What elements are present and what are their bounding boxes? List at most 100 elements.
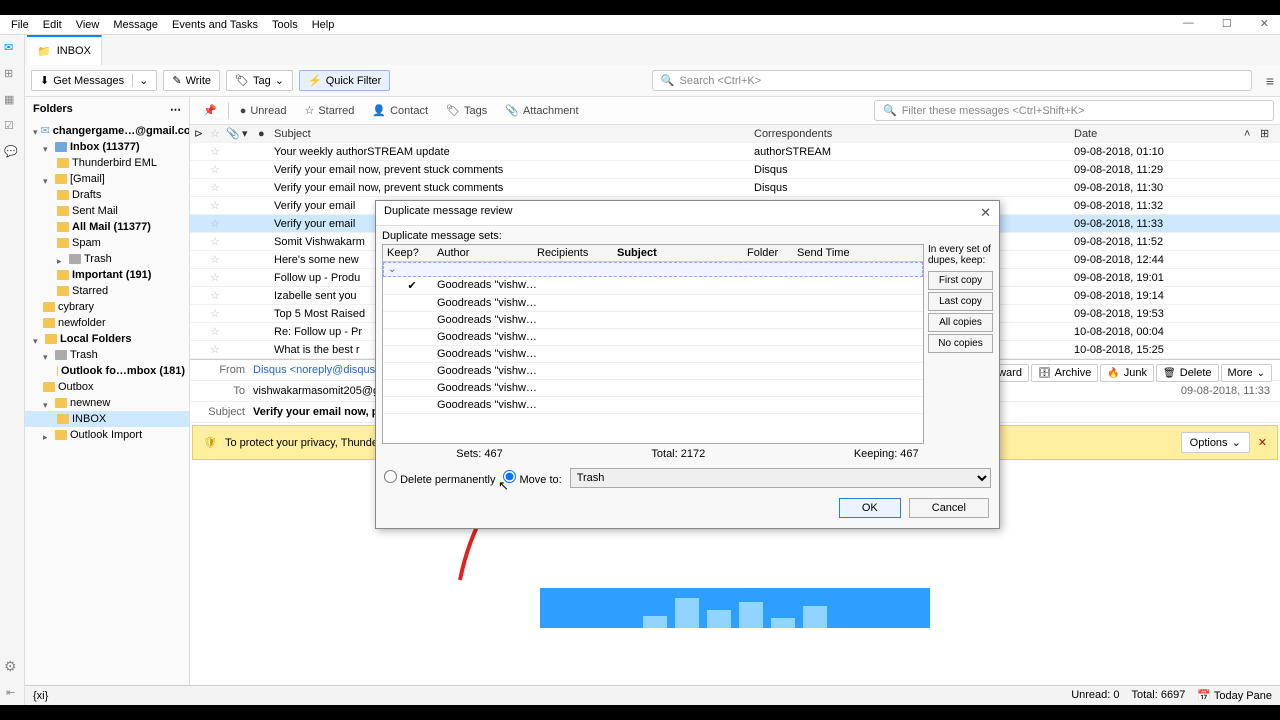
collapse-icon[interactable]: ⇤ — [6, 686, 15, 699]
dialog-close-icon[interactable]: ✕ — [980, 205, 991, 221]
duplicate-row[interactable]: Goodreads "vishwakarmaso…New discussions… — [383, 363, 923, 380]
duplicate-row[interactable]: Goodreads "vishwakarmaso…New discussions… — [383, 380, 923, 397]
message-row[interactable]: ☆Verify your email now, prevent stuck co… — [190, 161, 1280, 179]
mail-icon[interactable]: ✉ — [4, 41, 20, 57]
pin-icon[interactable]: 📌 — [196, 101, 224, 120]
sent-folder[interactable]: Sent Mail — [25, 203, 189, 219]
duplicate-row[interactable]: Goodreads "vishwakarmaso…New discussions… — [383, 329, 923, 346]
newnew-folder[interactable]: newnew — [25, 395, 189, 411]
no-copies-button[interactable]: No copies — [928, 334, 993, 353]
date-col[interactable]: Date — [1074, 128, 1244, 140]
junk-button[interactable]: 🔥 Junk — [1100, 364, 1154, 382]
gear-icon[interactable]: ⚙ — [4, 658, 17, 675]
subject-col[interactable]: Subject — [274, 128, 754, 140]
contact-filter[interactable]: 👤 Contact — [365, 101, 435, 120]
tags-filter[interactable]: 🏷 Tags — [439, 101, 494, 120]
starred-folder[interactable]: Starred — [25, 283, 189, 299]
duplicate-grid[interactable]: Keep? Author Recipients Subject Folder S… — [382, 244, 924, 444]
attach-col-icon[interactable]: 📎 — [226, 127, 242, 140]
tasks-icon[interactable]: ☑ — [4, 119, 20, 135]
filter-input[interactable]: 🔍 Filter these messages <Ctrl+Shift+K> — [874, 100, 1274, 121]
duplicate-row[interactable]: Goodreads "vishwakarmaso…New discussions… — [383, 397, 923, 414]
read-col-icon[interactable]: ● — [258, 128, 274, 140]
cybrary-folder[interactable]: cybrary — [25, 299, 189, 315]
sort-asc-icon[interactable]: ˄ — [1244, 128, 1260, 140]
minimize-icon[interactable]: — — [1176, 15, 1201, 32]
delete-button[interactable]: 🗑 Delete — [1156, 364, 1219, 382]
move-to-select[interactable]: Trash — [570, 468, 991, 488]
menu-edit[interactable]: Edit — [36, 17, 69, 33]
local-trash[interactable]: Trash — [25, 347, 189, 363]
col-picker-icon[interactable]: ⊞ — [1260, 127, 1276, 140]
thunderbird-eml-folder[interactable]: Thunderbird EML — [25, 155, 189, 171]
menu-message[interactable]: Message — [106, 17, 165, 33]
quick-filter-button[interactable]: ⚡ Quick Filter — [299, 70, 390, 91]
ok-button[interactable]: OK — [839, 498, 901, 518]
account-node[interactable]: ✉changergame…@gmail.com — [25, 122, 189, 139]
options-button[interactable]: Options ⌄ — [1181, 432, 1250, 453]
status-unread: Unread: 0 — [1071, 689, 1119, 702]
trash-folder[interactable]: Trash — [25, 251, 189, 267]
col-folder[interactable]: Folder — [747, 247, 797, 259]
menu-events[interactable]: Events and Tasks — [165, 17, 265, 33]
col-keep[interactable]: Keep? — [387, 247, 437, 259]
outbox-folder[interactable]: Outbox — [25, 379, 189, 395]
starred-filter[interactable]: ☆ Starred — [297, 101, 361, 120]
col-subject[interactable]: Subject — [617, 247, 747, 259]
set-separator[interactable]: ⌄ — [383, 262, 923, 277]
calendar-icon[interactable]: ▦ — [4, 93, 20, 109]
outlook-fo-folder[interactable]: Outlook fo…mbox (181) — [25, 363, 189, 379]
close-icon[interactable]: ✕ — [1253, 15, 1276, 32]
thread-col-icon[interactable]: ⊳ — [194, 127, 210, 140]
col-author[interactable]: Author — [437, 247, 537, 259]
first-copy-button[interactable]: First copy — [928, 271, 993, 290]
menu-help[interactable]: Help — [305, 17, 342, 33]
col-sendtime[interactable]: Send Time — [797, 247, 924, 259]
message-row[interactable]: ☆Your weekly authorSTREAM updateauthorST… — [190, 143, 1280, 161]
archive-button[interactable]: 🗄 Archive — [1031, 364, 1098, 382]
newfolder-folder[interactable]: newfolder — [25, 315, 189, 331]
inbox-local-folder[interactable]: INBOX — [25, 411, 189, 427]
hamburger-icon[interactable]: ≡ — [1266, 73, 1274, 89]
addressbook-icon[interactable]: ⊞ — [4, 67, 20, 83]
chevron-down-icon[interactable]: ⌄ — [132, 74, 148, 87]
menu-file[interactable]: File — [4, 17, 36, 33]
menu-tools[interactable]: Tools — [265, 17, 305, 33]
get-messages-button[interactable]: ⬇ Get Messages ⌄ — [31, 70, 157, 91]
allmail-folder[interactable]: All Mail (11377) — [25, 219, 189, 235]
duplicate-row[interactable]: Goodreads "vishwakarmaso…New discussions… — [383, 346, 923, 363]
spam-folder[interactable]: Spam — [25, 235, 189, 251]
chat-icon[interactable]: 💬 — [4, 145, 20, 161]
unread-filter[interactable]: ● Unread — [233, 102, 294, 120]
last-copy-button[interactable]: Last copy — [928, 292, 993, 311]
delete-permanently-radio[interactable]: Delete permanently — [384, 470, 495, 486]
today-pane-button[interactable]: 📅 Today Pane — [1197, 689, 1272, 702]
folder-menu-icon[interactable]: ⋯ — [170, 103, 181, 116]
maximize-icon[interactable]: ☐ — [1215, 15, 1239, 32]
drafts-folder[interactable]: Drafts — [25, 187, 189, 203]
move-to-radio[interactable]: Move to: — [503, 470, 561, 486]
close-bar-icon[interactable]: ✕ — [1258, 436, 1267, 449]
star-col-icon[interactable]: ☆ — [210, 127, 226, 140]
duplicate-row[interactable]: Goodreads "vishwakarmaso…New discussions… — [383, 312, 923, 329]
local-folders[interactable]: Local Folders — [25, 331, 189, 347]
cancel-button[interactable]: Cancel — [909, 498, 989, 518]
attachment-filter[interactable]: 📎 Attachment — [498, 101, 585, 120]
duplicate-row[interactable]: Goodreads "vishwakarmaso…New discussions… — [383, 295, 923, 312]
gmail-folder[interactable]: [Gmail] — [25, 171, 189, 187]
write-button[interactable]: ✎ Write — [163, 70, 220, 91]
correspondents-col[interactable]: Correspondents — [754, 128, 1074, 140]
duplicate-row[interactable]: ✔Goodreads "vishwakarmaso…New discussion… — [383, 277, 923, 295]
important-folder[interactable]: Important (191) — [25, 267, 189, 283]
tab-inbox[interactable]: 📁 INBOX — [27, 35, 102, 65]
search-input[interactable]: 🔍 Search <Ctrl+K> — [652, 70, 1252, 91]
message-row[interactable]: ☆Verify your email now, prevent stuck co… — [190, 179, 1280, 197]
col-recipients[interactable]: Recipients — [537, 247, 617, 259]
all-copies-button[interactable]: All copies — [928, 313, 993, 332]
junk-col-icon[interactable]: ▾ — [242, 127, 258, 140]
tag-button[interactable]: 🏷 Tag ⌄ — [226, 70, 293, 91]
more-button[interactable]: More ⌄ — [1221, 364, 1272, 382]
inbox-folder[interactable]: Inbox (11377) — [25, 139, 189, 155]
outlook-import-folder[interactable]: Outlook Import — [25, 427, 189, 443]
menu-view[interactable]: View — [69, 17, 107, 33]
